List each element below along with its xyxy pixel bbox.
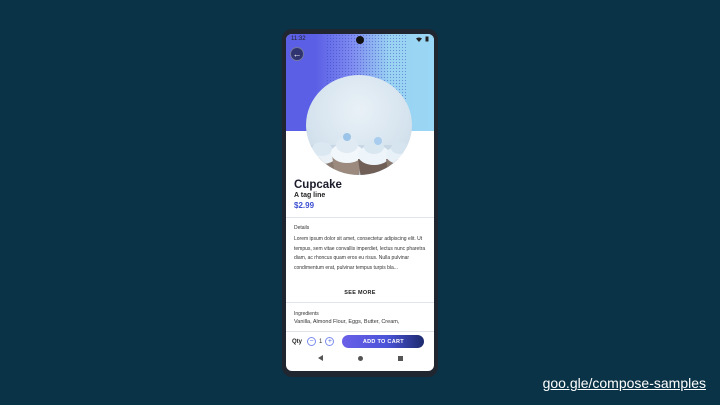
compose-samples-link[interactable]: goo.gle/compose-samples xyxy=(543,375,706,391)
increase-quantity-button[interactable]: + xyxy=(325,337,335,346)
product-image xyxy=(306,75,412,175)
details-text: Lorem ipsum dolor sit amet, consectetur … xyxy=(294,236,426,271)
product-price: $2.99 xyxy=(294,201,315,210)
nav-recents-icon[interactable] xyxy=(397,355,403,361)
phone-screen: 11:32 ← Cupcake A tag line $2.99 Details… xyxy=(286,34,434,371)
product-tagline: A tag line xyxy=(294,192,326,199)
ingredients-label: Ingredients xyxy=(294,311,319,317)
front-camera xyxy=(356,36,364,44)
status-icons xyxy=(416,36,429,42)
product-name: Cupcake xyxy=(294,179,342,191)
divider xyxy=(286,331,434,332)
quantity-value: 1 xyxy=(319,338,323,345)
divider xyxy=(286,217,434,218)
cupcake-3 xyxy=(358,137,390,175)
nav-home-icon[interactable] xyxy=(357,355,363,361)
details-label: Details xyxy=(294,225,310,231)
cart-bar: Qty − 1 + ADD TO CART xyxy=(286,333,434,350)
qty-label: Qty xyxy=(292,338,303,345)
back-button[interactable]: ← xyxy=(290,47,304,61)
system-nav-bar xyxy=(286,351,434,365)
see-more-button[interactable]: SEE MORE xyxy=(286,290,434,296)
nav-back-icon[interactable] xyxy=(317,355,323,361)
divider xyxy=(286,302,434,303)
product-header: Cupcake A tag line $2.99 xyxy=(294,179,429,210)
wifi-icon xyxy=(416,37,422,42)
battery-icon xyxy=(425,36,429,42)
ingredients-text: Vanilla, Almond Flour, Eggs, Butter, Cre… xyxy=(294,319,400,325)
decrease-quantity-button[interactable]: − xyxy=(307,337,317,346)
add-to-cart-button[interactable]: ADD TO CART xyxy=(342,335,425,348)
arrow-left-icon: ← xyxy=(292,49,302,59)
cupcakes-illustration xyxy=(306,133,412,175)
status-time: 11:32 xyxy=(291,36,306,42)
